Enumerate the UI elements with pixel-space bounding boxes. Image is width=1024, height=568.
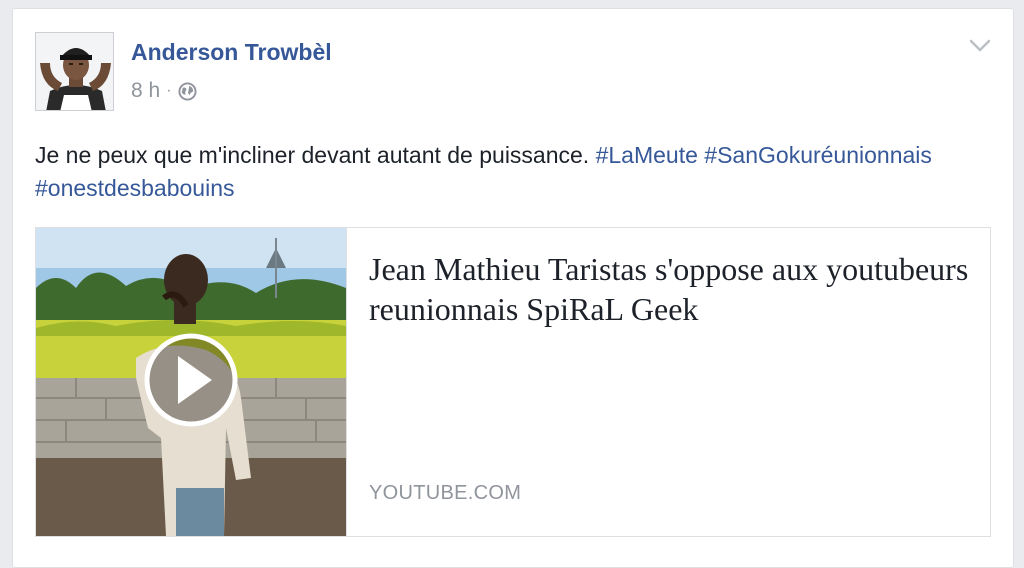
link-domain: YOUTUBE.COM (369, 482, 522, 504)
post-timestamp[interactable]: 8 h (131, 79, 160, 103)
author-avatar[interactable] (35, 32, 114, 111)
profile-photo (36, 33, 113, 110)
hashtag-onestdesbabouins[interactable]: #onestdesbabouins (35, 175, 235, 201)
hashtag-sangoku[interactable]: #SanGokuréunionnais (704, 142, 932, 168)
link-preview-body[interactable]: Jean Mathieu Taristas s'oppose aux youtu… (346, 228, 990, 536)
chevron-down-icon[interactable] (969, 39, 991, 53)
post-body-text: Je ne peux que m'incliner devant autant … (35, 142, 590, 168)
meta-separator: · (166, 82, 172, 99)
post-text: Je ne peux que m'incliner devant autant … (35, 139, 985, 205)
video-thumbnail[interactable] (36, 228, 346, 536)
author-name[interactable]: Anderson Trowbèl (131, 39, 332, 66)
post-meta: 8 h · (131, 79, 197, 103)
link-preview-card[interactable]: Jean Mathieu Taristas s'oppose aux youtu… (35, 227, 991, 537)
globe-icon[interactable] (178, 81, 197, 101)
hashtag-lameute[interactable]: #LaMeute (596, 142, 698, 168)
link-title[interactable]: Jean Mathieu Taristas s'oppose aux youtu… (369, 249, 969, 329)
feed-post: Anderson Trowbèl 8 h · Je ne peux que m'… (12, 8, 1014, 568)
